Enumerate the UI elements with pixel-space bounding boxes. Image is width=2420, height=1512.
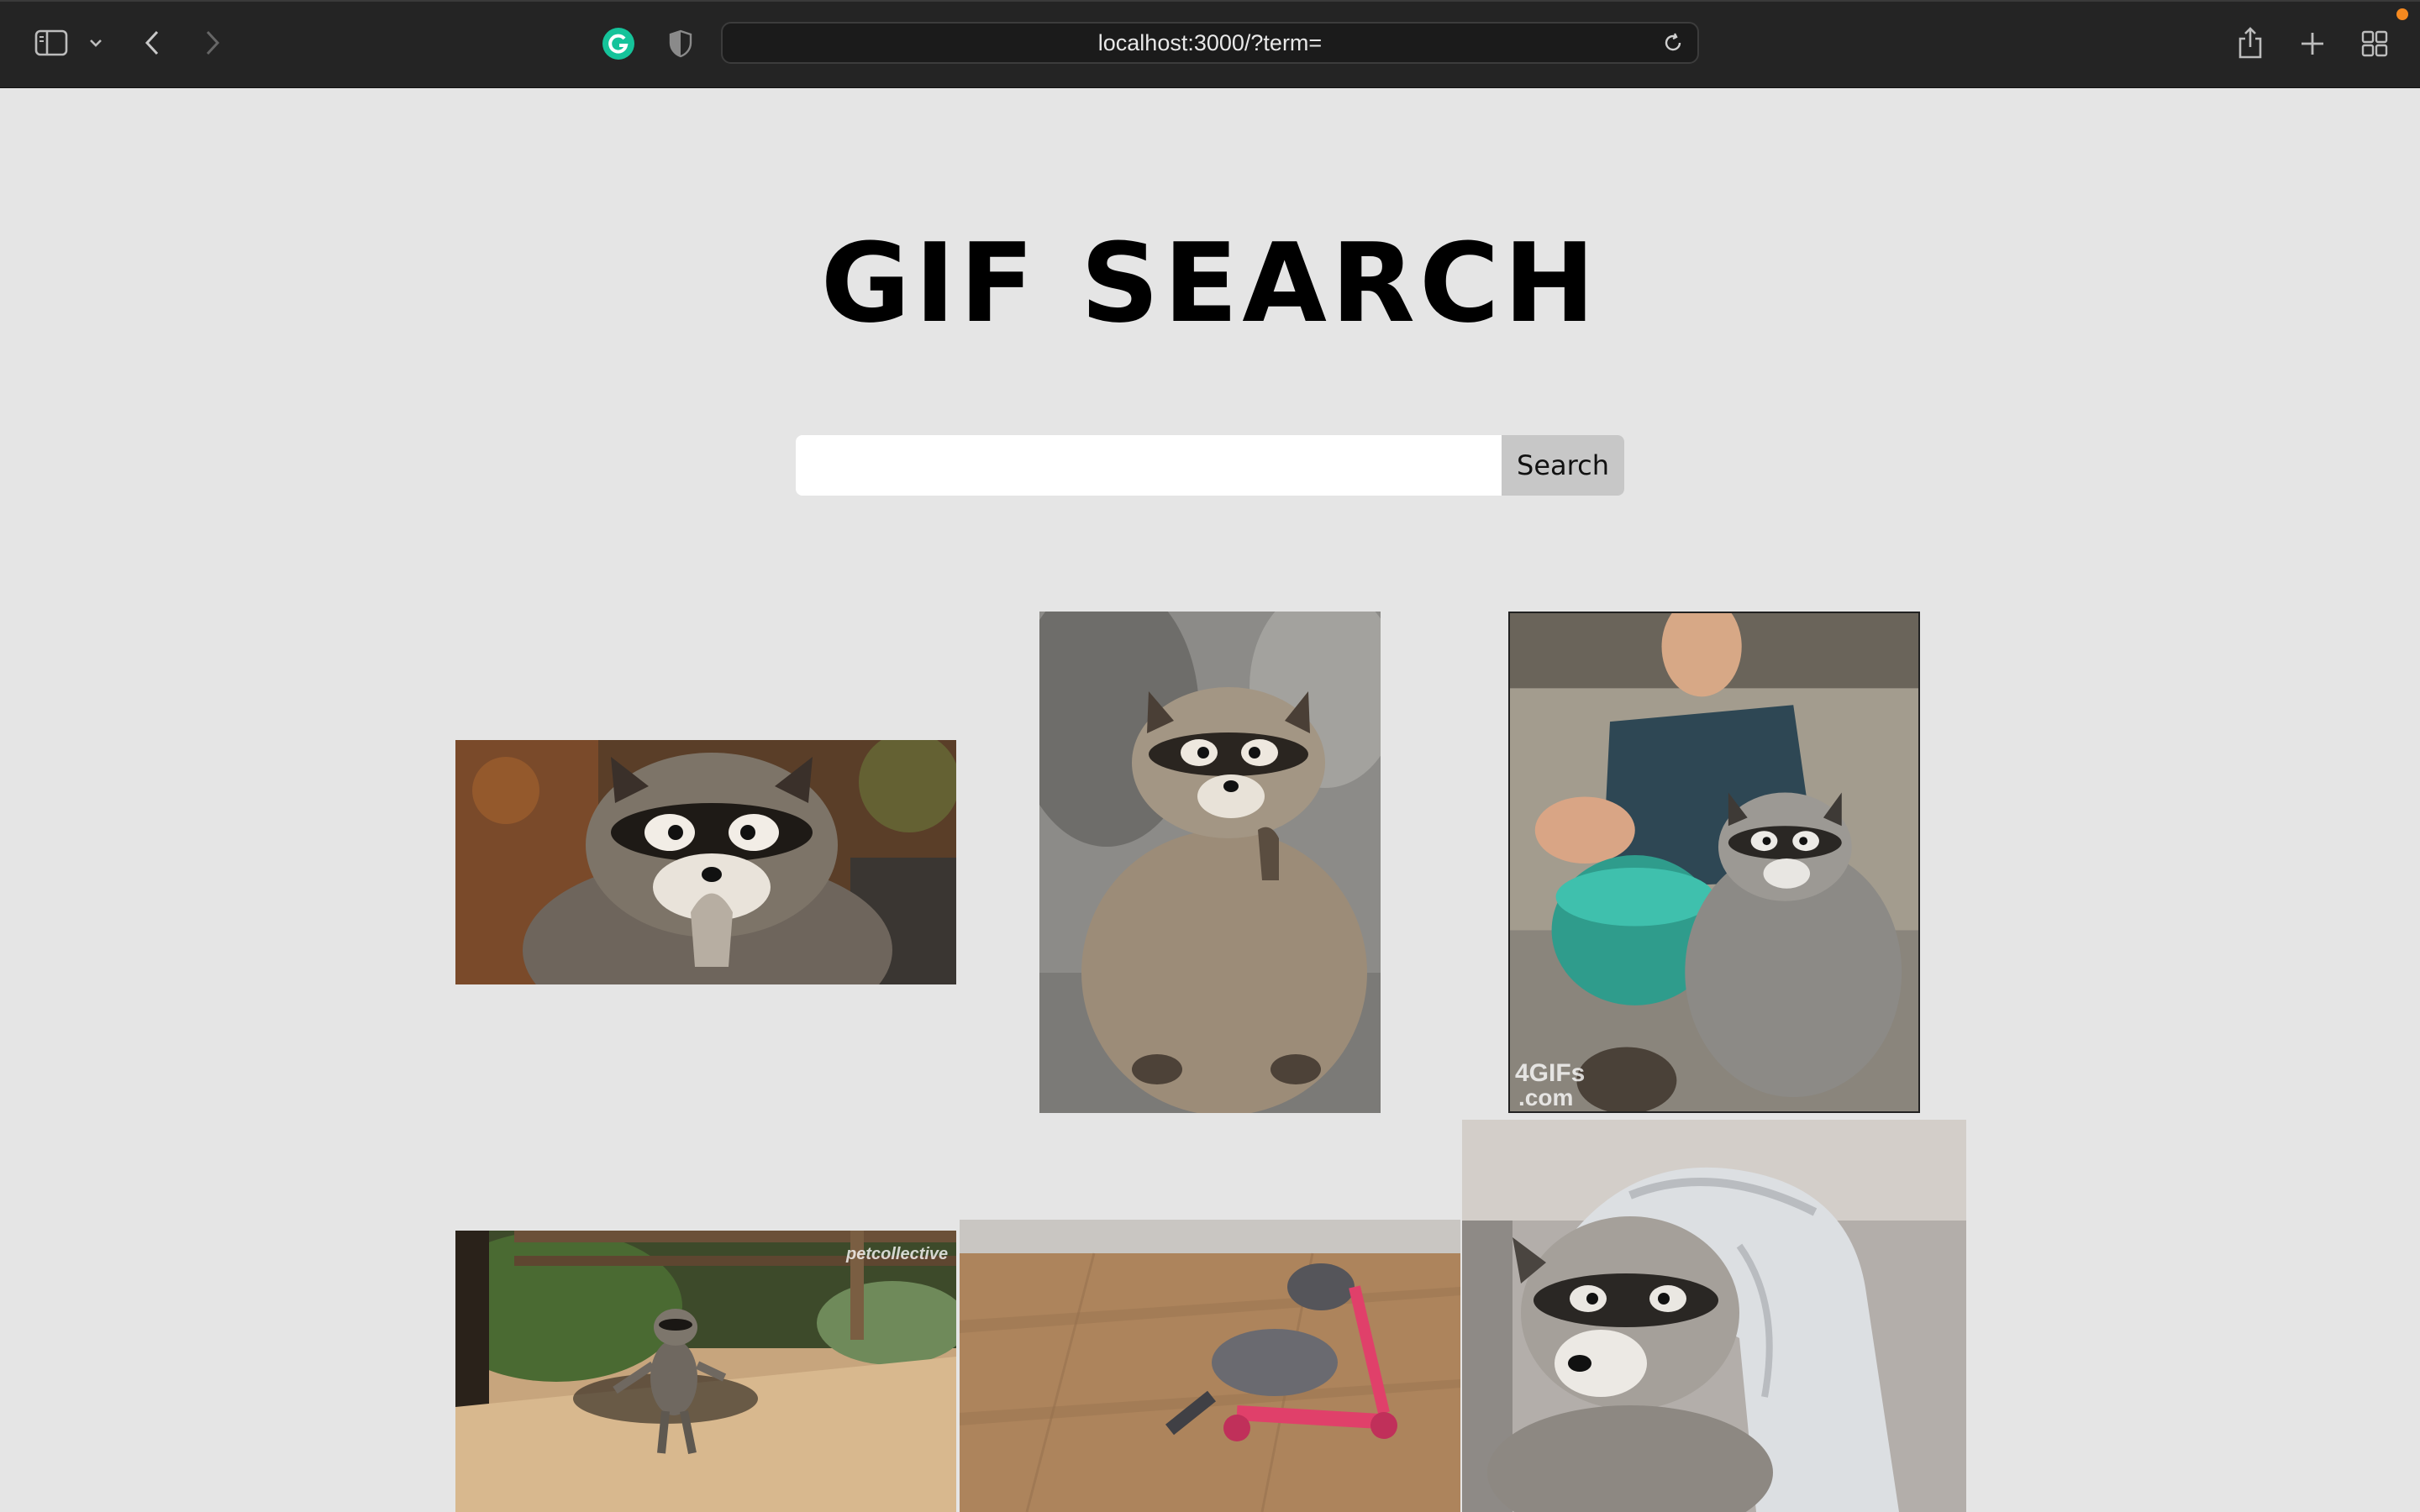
share-icon[interactable] (2233, 24, 2267, 62)
notification-dot (2396, 8, 2408, 20)
grammarly-icon[interactable] (600, 27, 637, 60)
browser-toolbar: localhost:3000/?term= (0, 0, 2420, 88)
forward-icon[interactable] (200, 25, 225, 60)
window-edge (0, 0, 2420, 2)
shield-icon[interactable] (664, 27, 697, 60)
raccoon-gif-2[interactable] (1039, 612, 1381, 1113)
raccoon-gif-1[interactable] (455, 740, 956, 984)
tab-overview-icon[interactable] (2358, 27, 2391, 60)
watermark-4gifs-line2: .com (1518, 1084, 1574, 1110)
chevron-down-icon[interactable] (86, 34, 106, 52)
search-form: Search (796, 435, 1624, 496)
watermark-4gifs-line1: 4GIFs (1515, 1059, 1586, 1087)
raccoon-gif-3[interactable]: 4GIFs .com (1508, 612, 1920, 1113)
address-bar[interactable]: localhost:3000/?term= (721, 22, 1699, 64)
raccoon-gif-5[interactable] (960, 1220, 1460, 1512)
page-title: GIF SEARCH (820, 219, 1600, 347)
reload-icon[interactable] (1660, 30, 1686, 55)
raccoon-gif-6[interactable] (1462, 1120, 1966, 1512)
new-tab-icon[interactable] (2296, 27, 2329, 60)
sidebar-icon[interactable] (32, 25, 71, 60)
url-text[interactable]: localhost:3000/?term= (723, 24, 1697, 62)
search-button[interactable]: Search (1502, 435, 1624, 496)
back-icon[interactable] (139, 25, 165, 60)
search-input[interactable] (796, 435, 1502, 496)
raccoon-gif-4[interactable]: petcollective (455, 1231, 956, 1512)
watermark-petcollective: petcollective (846, 1245, 949, 1263)
